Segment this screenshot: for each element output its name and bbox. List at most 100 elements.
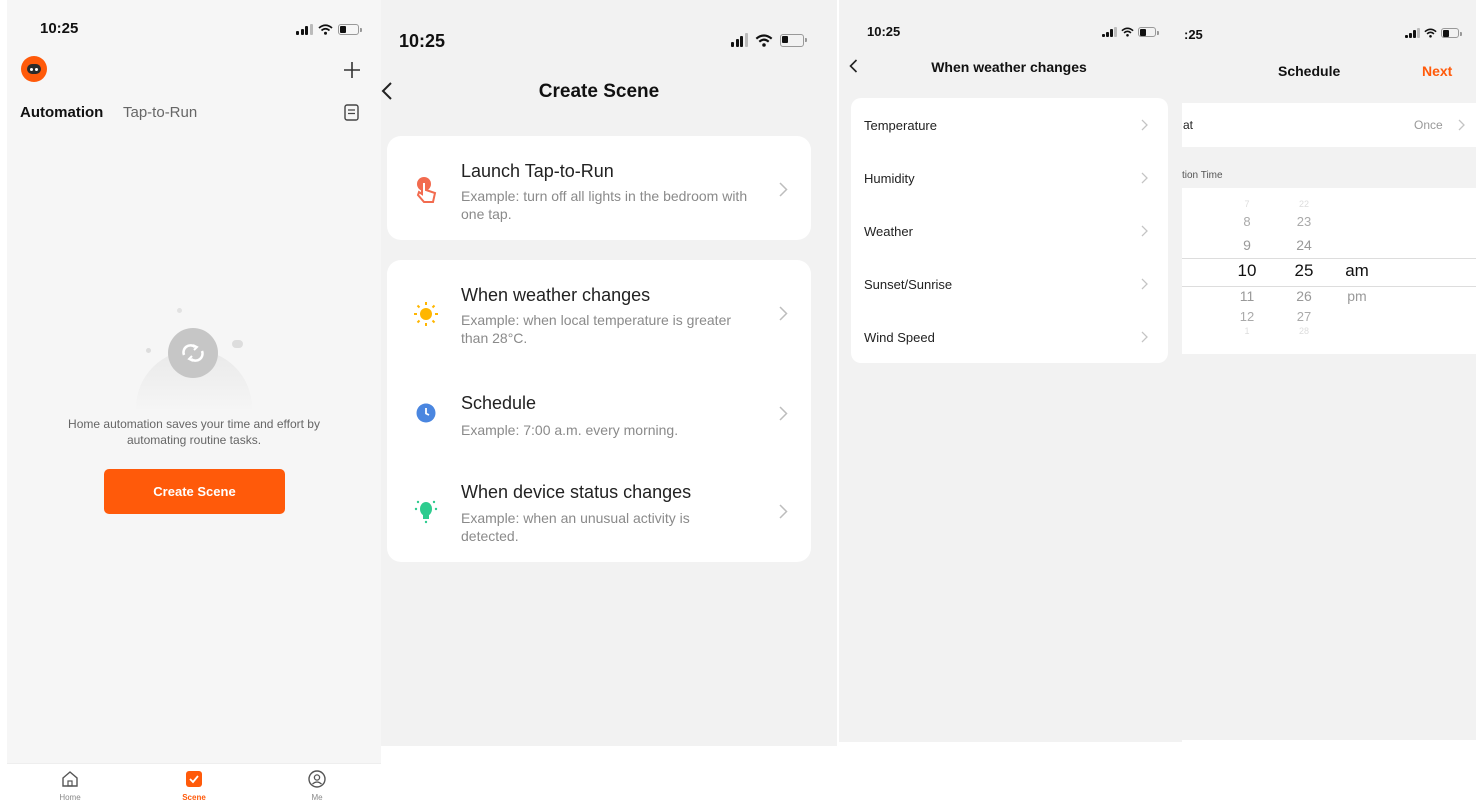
status-time: 10:25 (40, 20, 79, 37)
home-icon (62, 771, 78, 787)
status-time: :25 (1184, 27, 1203, 42)
battery-icon (337, 24, 362, 35)
picker-value: pm (1347, 288, 1367, 304)
list-item-schedule[interactable]: Schedule Example: 7:00 a.m. every mornin… (387, 364, 811, 456)
signal-icon (296, 24, 313, 35)
minute-column[interactable]: 22 23 24 25 26 27 28 (1287, 198, 1321, 336)
tap-hand-icon (416, 177, 437, 203)
chevron-right-icon (779, 504, 788, 519)
picker-value-selected: am (1345, 261, 1369, 280)
picker-value: 1 (1244, 326, 1250, 336)
sun-icon (414, 302, 438, 326)
item-description: Example: turn off all lights in the bedr… (461, 188, 748, 222)
list-item-launch-tap-to-run[interactable]: Launch Tap-to-Run Example: turn off all … (387, 136, 811, 240)
empty-illustration (132, 300, 256, 412)
chevron-right-icon (1141, 172, 1148, 184)
nav-home-label: Home (59, 793, 81, 802)
chevron-right-icon (779, 406, 788, 421)
create-scene-button[interactable]: Create Scene (104, 469, 285, 514)
log-icon[interactable] (344, 104, 359, 121)
item-description: Example: 7:00 a.m. every morning. (461, 422, 679, 438)
item-label: Sunset/Sunrise (864, 277, 953, 292)
list-item-temperature[interactable]: Temperature (851, 98, 1168, 151)
conditions-card: When weather changes Example: when local… (387, 260, 811, 562)
picker-value: 28 (1298, 326, 1309, 336)
picker-selection-band (1182, 258, 1476, 287)
next-button[interactable]: Next (1422, 63, 1452, 79)
schedule-screen: :25 Schedule Next at Once tion Time 7 8 … (1182, 0, 1476, 740)
picker-value: 12 (1239, 309, 1255, 324)
status-icons (1102, 27, 1159, 37)
chevron-right-icon (1141, 119, 1148, 131)
scene-icon (186, 771, 202, 787)
page-title: When weather changes (931, 59, 1087, 75)
section-label: tion Time (1182, 170, 1223, 181)
nav-home[interactable]: Home (45, 770, 95, 802)
tab-automation[interactable]: Automation (20, 104, 103, 121)
list-item-sunset-sunrise[interactable]: Sunset/Sunrise (851, 257, 1168, 310)
status-icons (731, 33, 807, 47)
chevron-right-icon (779, 182, 788, 197)
item-label: Humidity (864, 171, 915, 186)
battery-icon (1137, 27, 1159, 37)
picker-value: 11 (1239, 288, 1255, 304)
wifi-icon (1423, 28, 1437, 38)
picker-value: 22 (1298, 199, 1309, 209)
list-item-humidity[interactable]: Humidity (851, 151, 1168, 204)
avatar[interactable] (21, 56, 47, 82)
weather-options-card: Temperature Humidity Weather Sunset/Sunr… (851, 98, 1168, 363)
item-title: When weather changes (461, 285, 651, 305)
tap-to-run-card: Launch Tap-to-Run Example: turn off all … (387, 136, 811, 240)
repeat-label: at (1183, 118, 1194, 132)
nav-me[interactable]: Me (292, 770, 342, 802)
item-description: Example: when an unusual activity is det… (461, 510, 690, 544)
nav-scene[interactable]: Scene (169, 770, 219, 802)
picker-value: 23 (1296, 214, 1312, 229)
item-description: Example: when local temperature is great… (461, 312, 732, 346)
empty-state-text: Home automation saves your time and effo… (68, 417, 320, 447)
picker-value: 26 (1296, 288, 1312, 304)
signal-icon (731, 33, 748, 47)
picker-value-selected: 10 (1237, 261, 1257, 280)
list-item-weather[interactable]: Weather (851, 204, 1168, 257)
profile-icon (308, 770, 326, 788)
device-bulb-icon (414, 500, 438, 524)
sync-icon (182, 344, 204, 362)
clock-icon (416, 403, 436, 423)
signal-icon (1102, 27, 1117, 37)
page-title: Schedule (1278, 63, 1341, 79)
bottom-nav: Home Scene Me (7, 763, 381, 805)
picker-value-selected: 25 (1294, 261, 1314, 280)
ampm-column[interactable]: am pm (1340, 257, 1374, 308)
item-title: When device status changes (461, 482, 692, 502)
wifi-icon (317, 24, 333, 35)
picker-value: 24 (1296, 237, 1312, 253)
tab-tap-to-run[interactable]: Tap-to-Run (123, 104, 197, 121)
chevron-right-icon (779, 306, 788, 321)
status-icons (296, 24, 362, 35)
chevron-right-icon (1141, 278, 1148, 290)
status-time: 10:25 (399, 31, 446, 51)
wifi-icon (1120, 27, 1134, 37)
item-label: Weather (864, 224, 913, 239)
list-item-wind-speed[interactable]: Wind Speed (851, 310, 1168, 363)
picker-value: 9 (1243, 237, 1251, 253)
weather-conditions-screen: 10:25 When weather changes Temperature H… (839, 0, 1182, 742)
page-title: Create Scene (538, 81, 660, 102)
repeat-row[interactable]: at Once (1182, 103, 1476, 147)
list-item-device-status[interactable]: When device status changes Example: when… (387, 456, 811, 562)
signal-icon (1405, 28, 1420, 38)
hour-column[interactable]: 7 8 9 10 11 12 1 (1232, 198, 1262, 336)
add-icon[interactable] (343, 61, 361, 79)
repeat-value: Once (1414, 118, 1443, 132)
item-label: Temperature (864, 118, 937, 133)
battery-icon (779, 33, 807, 47)
nav-me-label: Me (311, 793, 323, 802)
chevron-right-icon (1141, 331, 1148, 343)
nav-scene-label: Scene (182, 793, 206, 802)
status-time: 10:25 (867, 24, 901, 39)
time-picker[interactable]: 7 8 9 10 11 12 1 22 23 24 25 26 27 28 am… (1182, 188, 1476, 354)
item-title: Launch Tap-to-Run (461, 161, 614, 181)
list-item-weather-changes[interactable]: When weather changes Example: when local… (387, 260, 811, 364)
chevron-right-icon (1458, 119, 1465, 131)
